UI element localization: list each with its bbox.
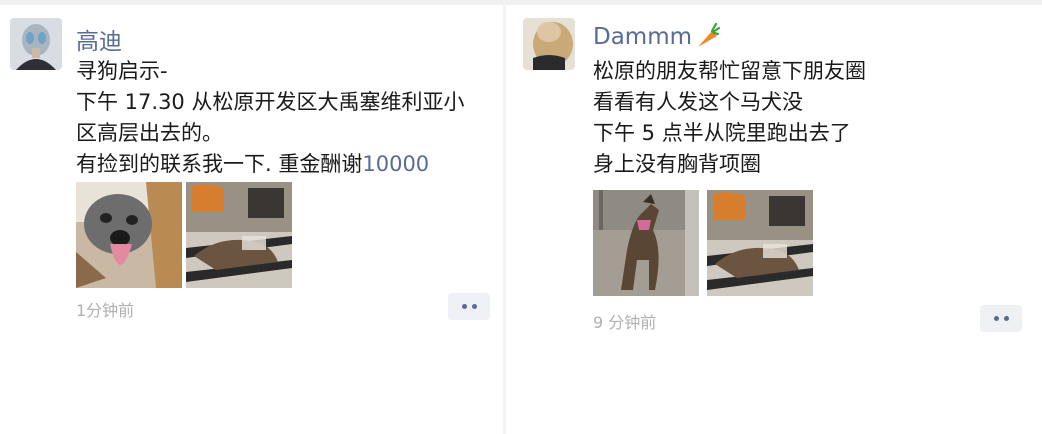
dog-lying-on-floor-photo[interactable] bbox=[707, 190, 813, 296]
author-name-text: Dammm bbox=[593, 24, 693, 50]
carrot-icon bbox=[696, 22, 721, 54]
author-name[interactable]: 高迪 bbox=[76, 22, 122, 56]
dog-lying-on-floor-photo[interactable] bbox=[186, 182, 292, 288]
dog-face-photo[interactable] bbox=[76, 182, 182, 288]
post-line: 身上没有胸背项圈 bbox=[593, 152, 761, 176]
dog-standing-by-tree-photo[interactable] bbox=[593, 190, 699, 296]
post-timestamp: 9 分钟前 bbox=[593, 313, 657, 332]
author-name[interactable]: Dammm bbox=[593, 22, 721, 54]
post-line: 区高层出去的。 bbox=[76, 121, 223, 145]
top-separator bbox=[506, 0, 1042, 5]
moments-post-left: 高迪 寻狗启示- 下午 17.30 从松原开发区大禹塞维利亚小 区高层出去的。 … bbox=[0, 0, 503, 434]
more-options-button[interactable] bbox=[980, 305, 1022, 332]
dot-icon bbox=[993, 316, 999, 321]
dot-icon bbox=[1003, 316, 1009, 321]
post-line-text: 有捡到的联系我一下. 重金酬谢 bbox=[76, 152, 363, 176]
post-line: 看看有人发这个马犬没 bbox=[593, 90, 803, 114]
post-text: 松原的朋友帮忙留意下朋友圈 看看有人发这个马犬没 下午 5 点半从院里跑出去了 … bbox=[593, 56, 866, 180]
post-text: 寻狗启示- 下午 17.30 从松原开发区大禹塞维利亚小 区高层出去的。 有捡到… bbox=[76, 56, 464, 180]
post-timestamp: 1分钟前 bbox=[76, 301, 135, 320]
moments-post-right: Dammm 松原的朋友帮忙留意下朋友圈 看看有人发这个马犬没 下午 5 点半从院… bbox=[506, 0, 1042, 434]
dot-icon bbox=[471, 304, 477, 309]
post-line: 松原的朋友帮忙留意下朋友圈 bbox=[593, 59, 866, 83]
top-separator bbox=[0, 0, 503, 5]
post-line: 寻狗启示- bbox=[76, 59, 168, 83]
post-line: 有捡到的联系我一下. 重金酬谢10000 bbox=[76, 149, 464, 180]
post-line: 下午 5 点半从院里跑出去了 bbox=[593, 121, 851, 145]
avatar[interactable] bbox=[523, 18, 575, 70]
more-options-button[interactable] bbox=[448, 293, 490, 320]
reward-amount: 10000 bbox=[362, 152, 430, 176]
dot-icon bbox=[461, 304, 467, 309]
avatar[interactable] bbox=[10, 18, 62, 70]
post-line: 下午 17.30 从松原开发区大禹塞维利亚小 bbox=[76, 90, 465, 114]
